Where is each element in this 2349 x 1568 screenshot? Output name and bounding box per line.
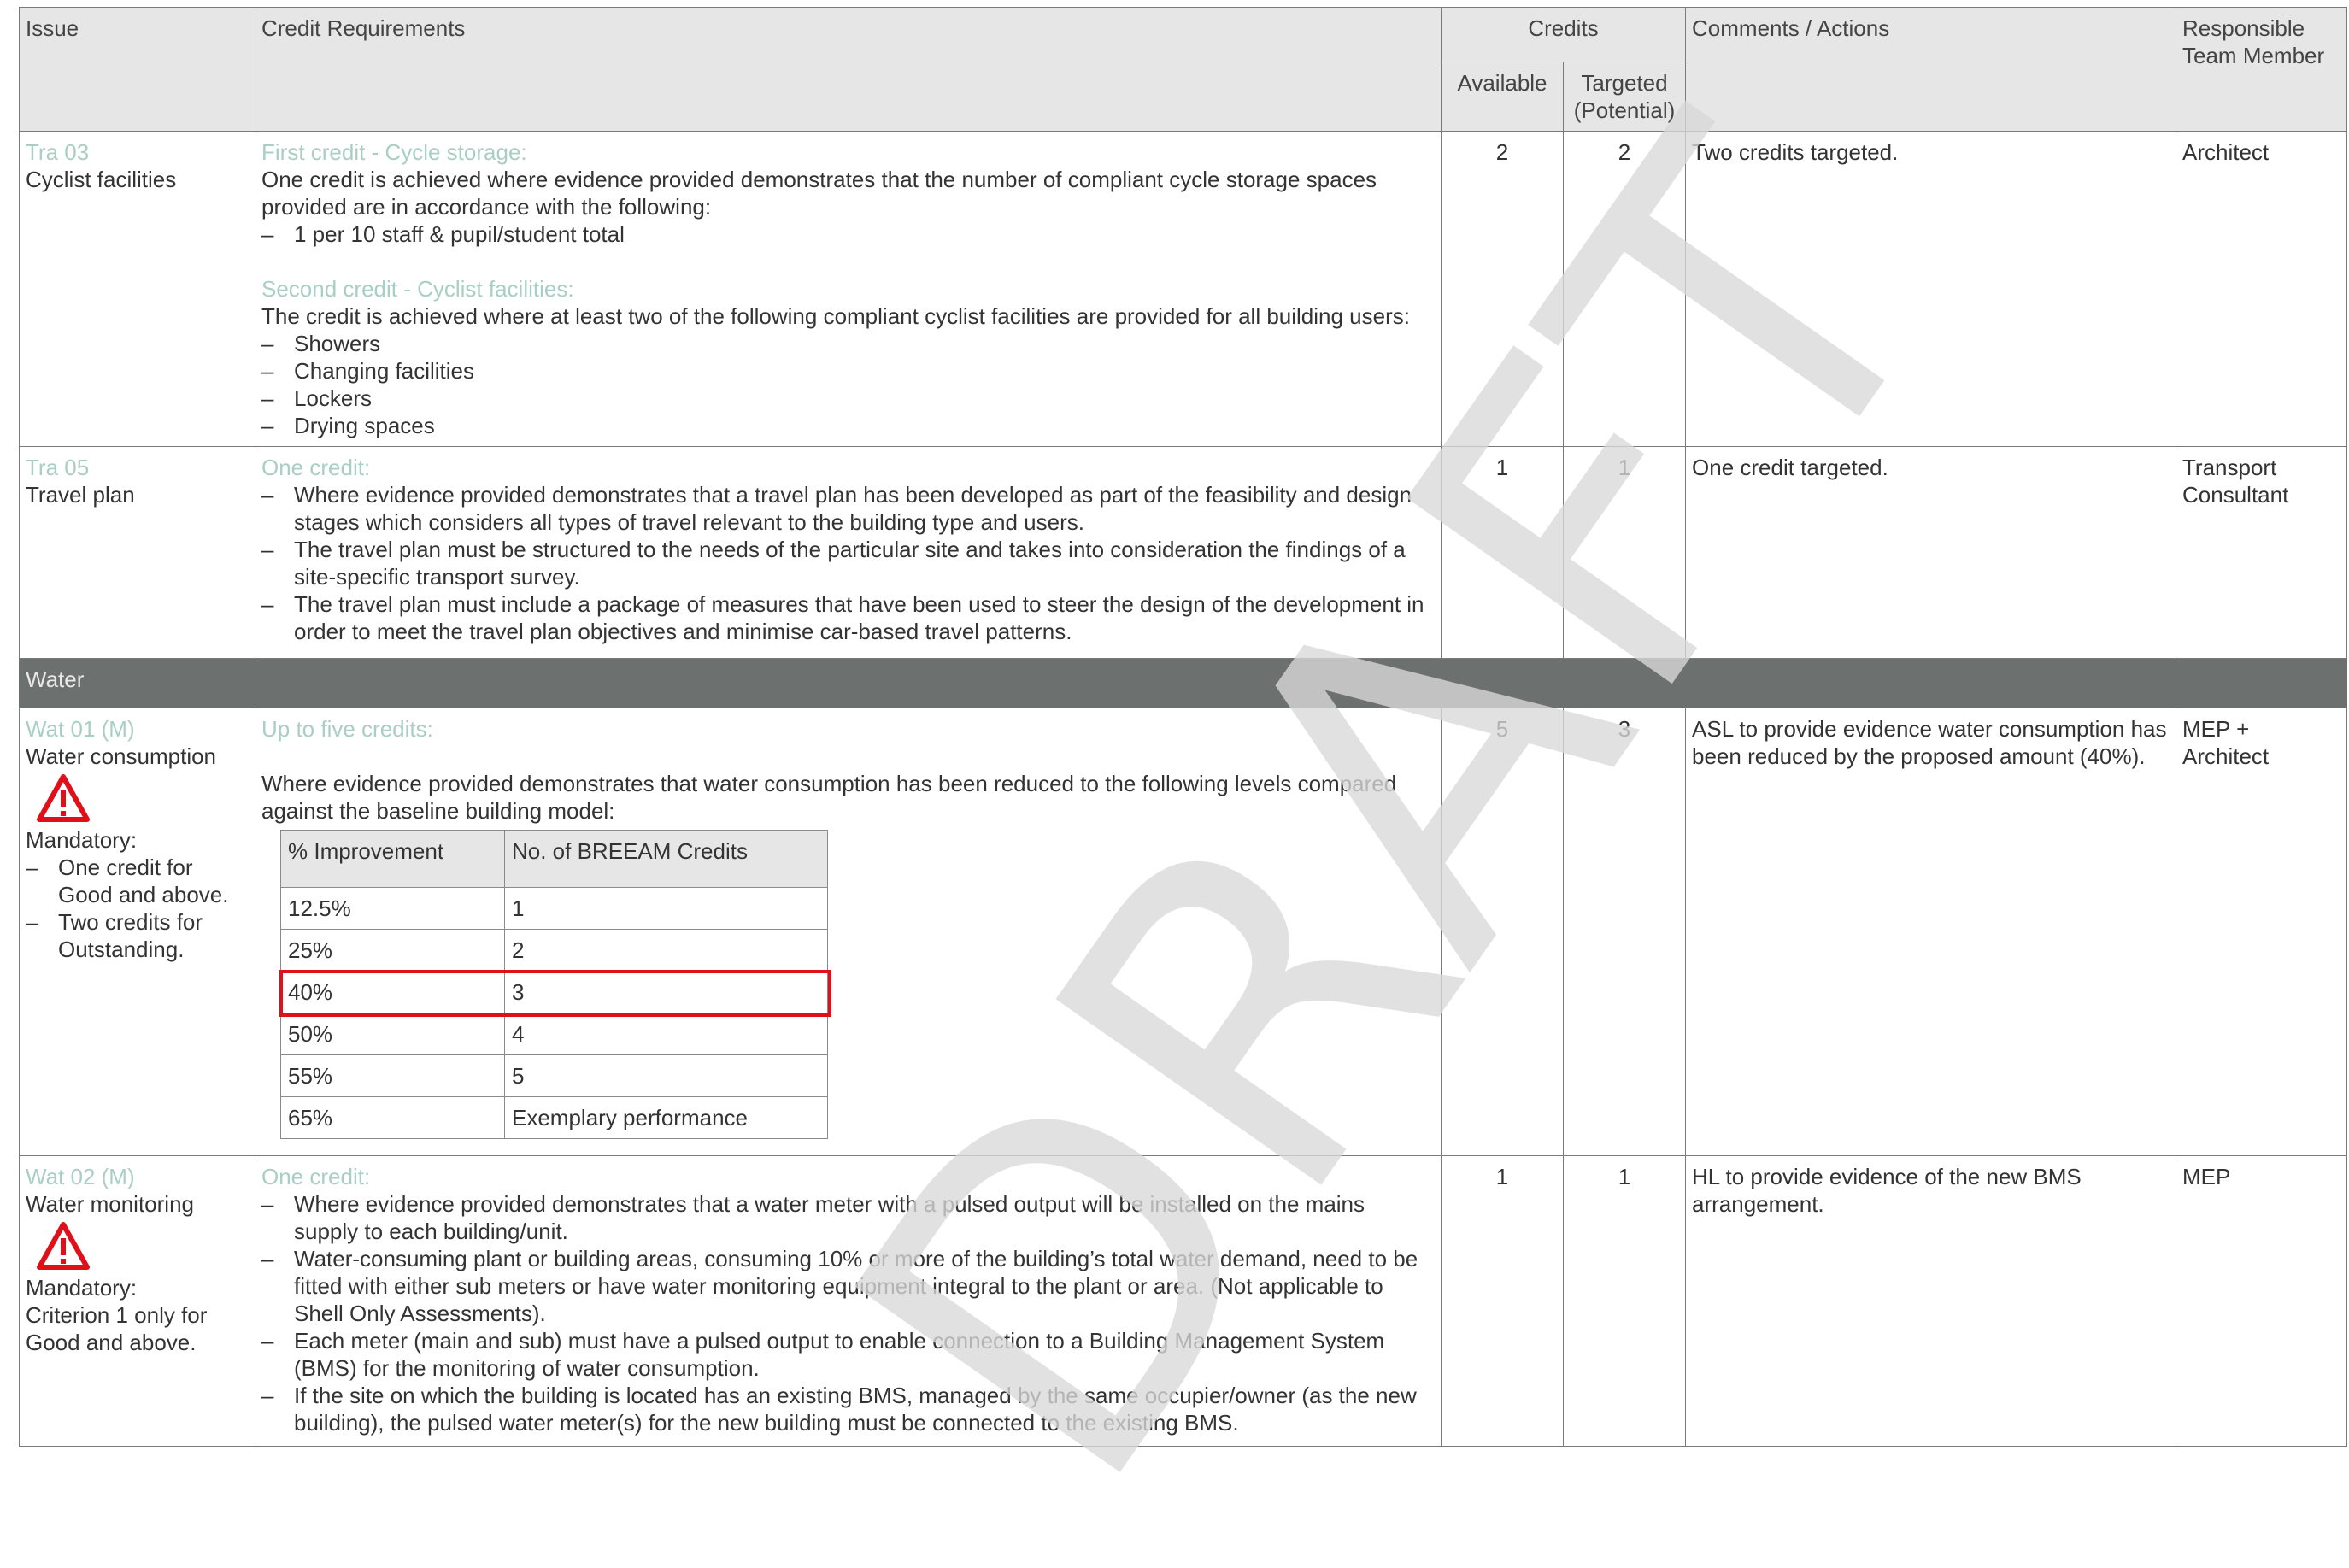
list-item: – If the site on which the building is lo… [261, 1383, 1417, 1436]
responsible-text: Architect [2176, 131, 2348, 447]
targeted-value: 2 [1562, 131, 1687, 447]
list-item: – Showers [261, 331, 381, 356]
breeam-credits-table: Issue Credit Requirements Credits Commen… [18, 7, 2348, 1447]
list-item: – Each meter (main and sub) must have a p… [261, 1328, 1385, 1381]
credit-text: The credit is achieved where at least tw… [261, 303, 1410, 329]
section-row-water: Water [18, 658, 2348, 708]
comment-text: ASL to provide evidence water consumptio… [1685, 708, 2177, 1156]
available-value: 1 [1441, 446, 1564, 659]
header-responsible: Responsible Team Member [2176, 7, 2348, 132]
section-title: Water [18, 658, 2348, 708]
list-item: – Changing facilities [261, 358, 475, 384]
credit-text: One credit is achieved where evidence pr… [261, 167, 1377, 220]
list-item: – Water-consuming plant or building areas… [261, 1246, 1418, 1326]
table-row-wat02: Wat 02 (M) Water monitoring Mandatory: C… [19, 1155, 2348, 1447]
issue-title: Cyclist facilities [26, 167, 177, 192]
table-row: 55% 5 [280, 1054, 828, 1097]
available-value: 1 [1441, 1155, 1564, 1447]
issue-code: Tra 05 [26, 455, 90, 480]
targeted-value: 1 [1562, 446, 1687, 659]
comment-text: Two credits targeted. [1685, 131, 2177, 447]
responsible-text: Transport Consultant [2176, 446, 2348, 659]
table-row-tra05: Tra 05 Travel plan One credit: – Where ev… [19, 446, 2348, 659]
table-row: 12.5% 1 [280, 887, 828, 930]
table-row: 25% 2 [280, 929, 828, 972]
issue-title: Water monitoring [26, 1191, 194, 1217]
list-item: – Lockers [261, 385, 373, 411]
responsible-text: MEP [2176, 1155, 2348, 1447]
issue-code: Wat 02 (M) [26, 1164, 135, 1189]
header-credits: Credits [1440, 7, 1687, 62]
credit-subheading: One credit: [261, 1164, 371, 1189]
mandatory-label: Mandatory: [26, 827, 138, 853]
list-item: – Two credits for Outstanding. [26, 909, 203, 962]
targeted-value: 1 [1562, 1155, 1687, 1447]
list-item: – One credit for Good and above. [26, 854, 229, 907]
list-item: – Where evidence provided demonstrates th… [261, 482, 1412, 535]
list-item: –1 per 10 staff & pupil/student total [261, 221, 625, 247]
header-available: Available [1441, 62, 1564, 132]
available-value: 2 [1441, 131, 1564, 447]
table-row: 65% Exemplary performance [280, 1096, 828, 1139]
table-row: 50% 4 [280, 1013, 828, 1055]
header-credit-requirements: Credit Requirements [255, 7, 1442, 132]
mandatory-label: Mandatory: [26, 1275, 138, 1301]
credit-subheading: One credit: [261, 455, 371, 480]
credit-subheading: Second credit - Cyclist facilities: [261, 276, 574, 302]
header-targeted: Targeted (Potential) [1562, 62, 1687, 132]
credit-text: Where evidence provided demonstrates tha… [261, 771, 1397, 824]
list-item: – The travel plan must be structured to t… [261, 537, 1406, 590]
header-issue: Issue [19, 7, 255, 132]
responsible-text: MEP + Architect [2176, 708, 2348, 1156]
available-value: 5 [1441, 708, 1564, 1156]
mandatory-text: Criterion 1 only for Good and above. [26, 1302, 208, 1355]
issue-code: Wat 01 (M) [26, 716, 135, 742]
list-item: – Where evidence provided demonstrates th… [261, 1191, 1365, 1244]
improvement-credits-table: % Improvement No. of BREEAM Credits 12.5… [280, 830, 828, 1139]
issue-title: Water consumption [26, 743, 217, 769]
header-comments: Comments / Actions [1685, 7, 2177, 132]
inner-header-credits: No. of BREEAM Credits [504, 830, 828, 888]
issue-code: Tra 03 [26, 139, 90, 165]
table-row-wat01: Wat 01 (M) Water consumption Mandatory: … [19, 708, 2348, 1156]
credit-subheading: First credit - Cycle storage: [261, 139, 527, 165]
table-row-highlighted: 40% 3 [280, 971, 828, 1013]
list-item: – The travel plan must include a package … [261, 591, 1424, 644]
targeted-value: 3 [1562, 708, 1687, 1156]
warning-triangle-icon [37, 1222, 90, 1270]
comment-text: HL to provide evidence of the new BMS ar… [1685, 1155, 2177, 1447]
comment-text: One credit targeted. [1685, 446, 2177, 659]
document-page: Issue Credit Requirements Credits Commen… [0, 0, 2349, 1568]
table-row-tra03: Tra 03 Cyclist facilities First credit -… [19, 131, 2348, 447]
issue-title: Travel plan [26, 482, 135, 508]
warning-triangle-icon [37, 774, 90, 822]
credit-subheading: Up to five credits: [261, 716, 433, 742]
inner-header-improvement: % Improvement [280, 830, 505, 888]
list-item: – Drying spaces [261, 413, 435, 438]
